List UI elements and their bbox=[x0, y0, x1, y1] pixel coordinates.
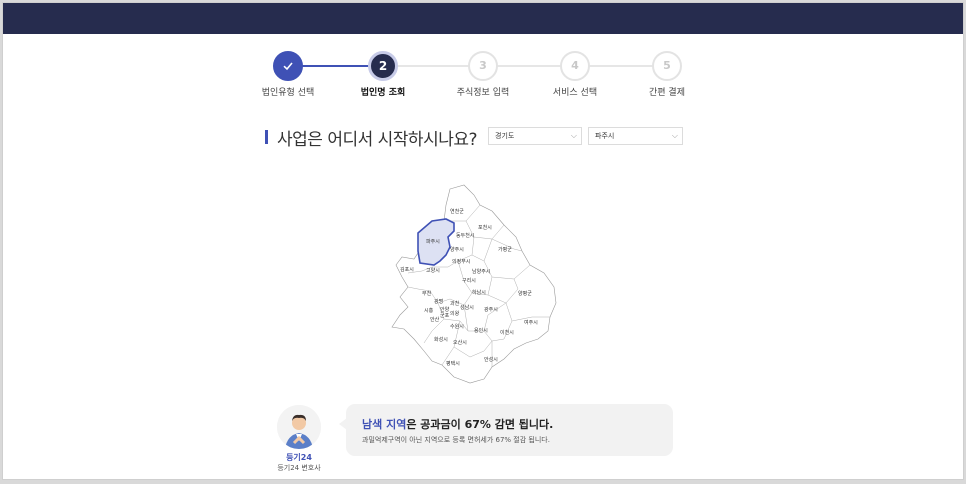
map-label-suwon: 수원시 bbox=[450, 323, 464, 330]
map-label-pocheon: 포천시 bbox=[478, 224, 492, 231]
question-text: 사업은 어디서 시작하시나요? bbox=[277, 129, 478, 150]
progress-stepper: 법인유형 선택 2 법인명 조회 3 주식정보 입력 4 서비스 선택 5 간편… bbox=[253, 51, 703, 99]
step-2-circle: 2 bbox=[368, 51, 398, 81]
bubble-description: 과밀억제구역이 아닌 지역으로 등록 면허세가 67% 절감 됩니다. bbox=[362, 436, 550, 444]
step-1-circle bbox=[273, 51, 303, 81]
consultant-role: 등기24 변호사 bbox=[277, 464, 321, 472]
consultant-name: 등기24 bbox=[286, 453, 312, 462]
step-5[interactable]: 5 간편 결제 bbox=[622, 51, 712, 98]
bubble-title: 남색 지역은 공과금이 67% 감면 됩니다. bbox=[362, 416, 553, 432]
province-select[interactable]: 경기도 ⌵ bbox=[488, 127, 582, 145]
map-label-osan: 오산시 bbox=[453, 339, 467, 346]
page-frame: 법인유형 선택 2 법인명 조회 3 주식정보 입력 4 서비스 선택 5 간편… bbox=[2, 2, 964, 480]
avatar-illustration bbox=[277, 405, 321, 449]
bubble-title-rest: 은 공과금이 67% 감면 됩니다. bbox=[406, 418, 554, 431]
step-2-label: 법인명 조회 bbox=[360, 88, 406, 98]
gyeonggi-region-map[interactable]: 연천군 포천시 동두천시 파주시 양주시 가평군 의정부시 김포시 고양시 남양… bbox=[388, 181, 560, 387]
map-outline bbox=[391, 184, 557, 384]
city-select-value: 파주시 bbox=[595, 132, 615, 140]
map-label-yeoju: 여주시 bbox=[524, 319, 538, 326]
map-label-anyang: 안양 bbox=[440, 306, 450, 313]
map-label-goyang: 고양시 bbox=[426, 267, 440, 274]
step-1-label: 법인유형 선택 bbox=[261, 88, 315, 98]
map-label-ansan: 안산 bbox=[430, 316, 440, 323]
map-label-gunpo: 군포 bbox=[440, 313, 450, 319]
map-label-dongducheon: 동두천시 bbox=[456, 232, 474, 239]
step-4-label: 서비스 선택 bbox=[552, 88, 598, 98]
info-speech-bubble: 남색 지역은 공과금이 67% 감면 됩니다. 과밀억제구역이 아닌 지역으로 … bbox=[339, 404, 673, 456]
map-label-uiwang: 의왕 bbox=[450, 310, 460, 317]
map-label-yangpyeong: 양평군 bbox=[518, 290, 532, 297]
map-label-uijeongbu: 의정부시 bbox=[452, 258, 470, 265]
map-label-seongnam: 성남시 bbox=[460, 304, 474, 311]
chevron-down-icon: ⌵ bbox=[671, 131, 678, 140]
map-label-hwaseong: 화성시 bbox=[434, 336, 448, 343]
city-select[interactable]: 파주시 ⌵ bbox=[588, 127, 683, 145]
step-3-circle: 3 bbox=[468, 51, 498, 81]
map-label-gwangju: 광주시 bbox=[484, 306, 498, 313]
map-label-gwangmyeong: 광명 bbox=[434, 298, 443, 305]
consultant-avatar-icon bbox=[277, 405, 321, 449]
step-3-label: 주식정보 입력 bbox=[456, 88, 510, 98]
map-label-icheon: 이천시 bbox=[500, 329, 514, 336]
chevron-down-icon: ⌵ bbox=[570, 131, 577, 140]
bubble-title-highlight: 남색 지역 bbox=[362, 418, 407, 431]
check-icon bbox=[283, 62, 293, 71]
question-heading: 사업은 어디서 시작하시나요? bbox=[265, 127, 478, 150]
map-label-yeoncheon: 연천군 bbox=[450, 208, 464, 215]
map-label-guri: 구리시 bbox=[462, 277, 476, 284]
map-label-gwacheon: 과천 bbox=[450, 300, 460, 307]
map-label-bucheon: 부천 bbox=[422, 290, 432, 297]
step-4[interactable]: 4 서비스 선택 bbox=[530, 51, 620, 98]
step-1[interactable]: 법인유형 선택 bbox=[243, 51, 333, 98]
map-label-anseong: 안성시 bbox=[484, 356, 498, 363]
province-select-value: 경기도 bbox=[495, 132, 515, 140]
step-5-label: 간편 결제 bbox=[649, 88, 685, 98]
map-label-gapyeong: 가평군 bbox=[498, 246, 512, 253]
step-4-circle: 4 bbox=[560, 51, 590, 81]
map-label-pyeongtaek: 평택시 bbox=[446, 360, 460, 367]
step-3[interactable]: 3 주식정보 입력 bbox=[438, 51, 528, 98]
step-5-circle: 5 bbox=[652, 51, 682, 81]
map-label-hanam: 하남시 bbox=[472, 289, 486, 296]
map-label-paju: 파주시 bbox=[426, 238, 440, 245]
map-label-yangju: 양주시 bbox=[450, 246, 464, 253]
heading-accent-bar bbox=[265, 130, 268, 144]
map-label-gimpo: 김포시 bbox=[400, 266, 414, 273]
map-label-siheung: 시흥 bbox=[424, 307, 434, 314]
top-navigation-bar bbox=[3, 3, 963, 34]
step-2[interactable]: 2 법인명 조회 bbox=[338, 51, 428, 98]
map-label-namyangju: 남양주시 bbox=[472, 268, 490, 275]
map-label-yongin: 용인시 bbox=[474, 327, 488, 334]
